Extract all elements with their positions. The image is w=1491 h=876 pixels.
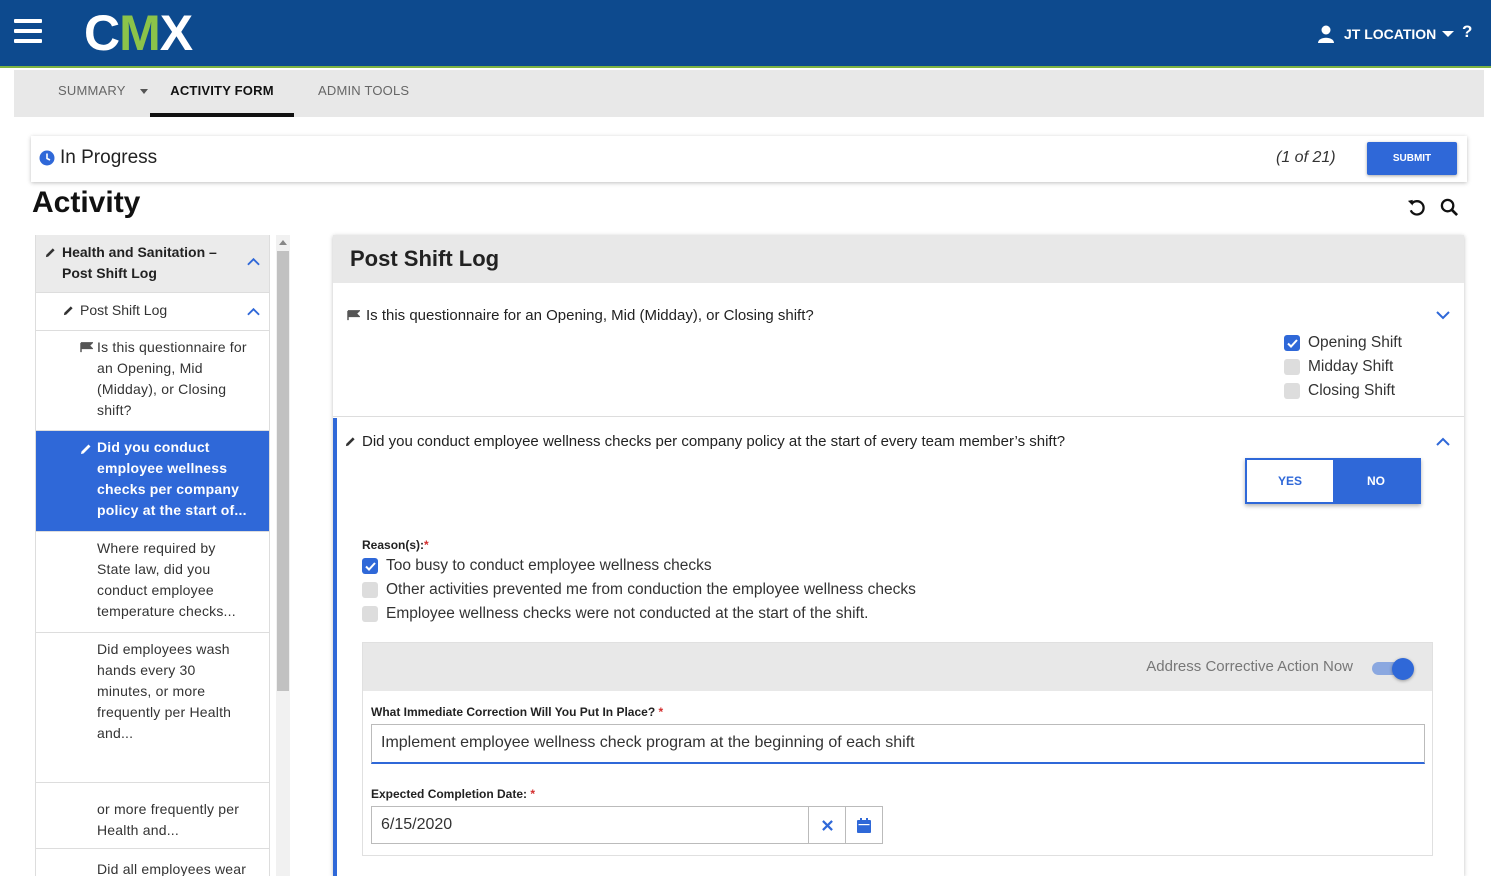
- pencil-icon: [81, 444, 91, 454]
- caret-down-icon[interactable]: [139, 89, 148, 95]
- clear-date-button[interactable]: [808, 807, 845, 843]
- tab-activity-form[interactable]: ACTIVITY FORM: [150, 70, 294, 117]
- panel-title: Post Shift Log: [333, 235, 1464, 283]
- clock-icon: [39, 150, 55, 166]
- question-navigator: Health and Sanitation – Post Shift Log P…: [35, 235, 270, 876]
- nav-question-item[interactable]: Did all employees wear: [35, 849, 270, 876]
- search-icon[interactable]: [1440, 198, 1459, 217]
- submit-button[interactable]: SUBMIT: [1367, 142, 1457, 175]
- checkbox-unchecked-icon[interactable]: [362, 582, 378, 598]
- chevron-up-icon[interactable]: [1436, 437, 1450, 446]
- reasons-label: Reason(s):*: [362, 538, 429, 552]
- nav-question-text: Did employees wash hands every 30 minute…: [97, 641, 232, 741]
- nav-question-text: Is this questionnaire for an Opening, Mi…: [97, 339, 247, 418]
- nav-question-item[interactable]: Where required by State law, did you con…: [35, 532, 270, 633]
- corrective-action-header: Address Corrective Action Now: [363, 643, 1432, 691]
- question-panel: Post Shift Log Is this questionnaire for…: [333, 235, 1464, 876]
- pencil-icon: [45, 248, 55, 258]
- tab-bar: SUMMARY ACTIVITY FORM ADMIN TOOLS: [14, 70, 1484, 117]
- flag-icon: [80, 342, 93, 353]
- nav-question-item[interactable]: Did employees wash hands every 30 minute…: [35, 633, 270, 783]
- chevron-up-icon[interactable]: [247, 257, 260, 266]
- nav-question-text: or more frequently per Health and...: [97, 801, 240, 838]
- checkbox-unchecked-icon[interactable]: [362, 606, 378, 622]
- no-button[interactable]: NO: [1333, 460, 1419, 502]
- calendar-button[interactable]: [845, 807, 882, 843]
- scroll-up-icon[interactable]: [279, 240, 287, 245]
- date-label: Expected Completion Date: *: [371, 787, 536, 801]
- tab-summary[interactable]: SUMMARY: [58, 70, 148, 117]
- checkbox-checked-icon[interactable]: [1284, 335, 1300, 351]
- corrective-action-box: Address Corrective Action Now What Immed…: [362, 642, 1433, 856]
- date-input[interactable]: 6/15/2020: [372, 807, 808, 843]
- corrective-action-toggle-label: Address Corrective Action Now: [1146, 658, 1353, 675]
- checkbox-opening-shift[interactable]: Opening Shift: [1284, 334, 1402, 352]
- correction-label: What Immediate Correction Will You Put I…: [371, 705, 664, 719]
- location-menu[interactable]: JT LOCATION: [1318, 22, 1455, 46]
- status-bar: In Progress (1 of 21) SUBMIT: [31, 136, 1467, 182]
- checkbox-midday-shift[interactable]: Midday Shift: [1284, 358, 1393, 376]
- chevron-down-icon: [1442, 31, 1455, 37]
- checkbox-reason-too-busy[interactable]: Too busy to conduct employee wellness ch…: [362, 557, 712, 575]
- status-indicator: In Progress: [39, 147, 157, 169]
- nav-question-text: Did you conduct employee wellness checks…: [97, 439, 247, 518]
- checkbox-unchecked-icon[interactable]: [1284, 359, 1300, 375]
- question-text: Did you conduct employee wellness checks…: [345, 433, 1065, 450]
- question-wellness-checks: Did you conduct employee wellness checks…: [333, 418, 1464, 876]
- location-label: JT LOCATION: [1344, 26, 1437, 42]
- nav-scrollbar[interactable]: [276, 235, 290, 876]
- help-icon[interactable]: ?: [1462, 22, 1472, 42]
- nav-section-label: Health and Sanitation – Post Shift Log: [62, 244, 217, 281]
- scrollbar-thumb[interactable]: [277, 251, 289, 691]
- nav-question-text: Did all employees wear: [97, 861, 247, 876]
- question-counter: (1 of 21): [1276, 149, 1336, 166]
- nav-question-item[interactable]: or more frequently per Health and...: [35, 783, 270, 849]
- cmx-logo[interactable]: CMX: [84, 8, 193, 58]
- hamburger-menu-icon[interactable]: [14, 19, 42, 45]
- undo-icon[interactable]: [1407, 198, 1426, 217]
- tab-admin-tools[interactable]: ADMIN TOOLS: [318, 70, 409, 117]
- nav-question-item-selected[interactable]: Did you conduct employee wellness checks…: [35, 431, 270, 532]
- chevron-up-icon[interactable]: [247, 307, 260, 316]
- checkbox-closing-shift[interactable]: Closing Shift: [1284, 382, 1395, 400]
- checkbox-reason-other-activities[interactable]: Other activities prevented me from condu…: [362, 581, 916, 599]
- flag-icon: [347, 310, 360, 321]
- correction-input[interactable]: Implement employee wellness check progra…: [371, 724, 1425, 764]
- nav-subsection-post-shift-log[interactable]: Post Shift Log: [35, 293, 270, 331]
- nav-question-text: Where required by State law, did you con…: [97, 540, 236, 619]
- checkbox-unchecked-icon[interactable]: [1284, 383, 1300, 399]
- pencil-icon: [345, 437, 355, 447]
- nav-subsection-label: Post Shift Log: [80, 302, 168, 318]
- corrective-action-toggle[interactable]: [1370, 658, 1416, 680]
- nav-section-health-sanitation[interactable]: Health and Sanitation – Post Shift Log: [35, 235, 270, 293]
- calendar-icon: [857, 817, 871, 833]
- checkbox-reason-not-conducted[interactable]: Employee wellness checks were not conduc…: [362, 605, 868, 623]
- checkbox-checked-icon[interactable]: [362, 558, 378, 574]
- question-text: Is this questionnaire for an Opening, Mi…: [347, 307, 814, 324]
- pencil-icon: [63, 306, 73, 316]
- chevron-down-icon[interactable]: [1436, 311, 1450, 320]
- status-label: In Progress: [60, 147, 158, 168]
- yes-button[interactable]: YES: [1247, 460, 1333, 502]
- user-icon: [1318, 25, 1334, 43]
- close-icon: [821, 819, 833, 831]
- completion-date-field: 6/15/2020: [371, 806, 883, 844]
- top-bar: CMX JT LOCATION ?: [0, 0, 1491, 68]
- question-shift-type: Is this questionnaire for an Opening, Mi…: [333, 291, 1464, 417]
- nav-question-item[interactable]: Is this questionnaire for an Opening, Mi…: [35, 331, 270, 431]
- page-title: Activity: [32, 186, 141, 219]
- yes-no-toggle: YES NO: [1245, 458, 1421, 504]
